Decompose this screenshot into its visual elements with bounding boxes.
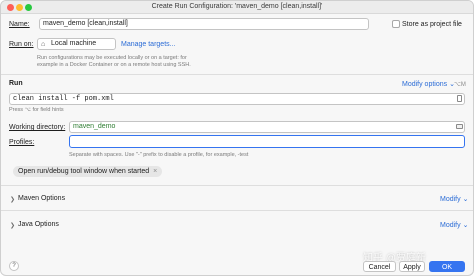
chevron-down-icon: ⌄: [462, 222, 469, 229]
chevron-right-icon[interactable]: ❯: [10, 196, 15, 203]
apply-button[interactable]: Apply: [399, 261, 425, 272]
title-bar: Create Run Configuration: 'maven_demo [c…: [1, 1, 473, 14]
divider: [1, 74, 473, 75]
maven-options-title[interactable]: Maven Options: [18, 195, 65, 202]
folder-icon[interactable]: [456, 124, 463, 129]
close-icon[interactable]: ×: [153, 168, 157, 175]
name-label: Name:: [9, 21, 30, 28]
open-run-debug-label: Open run/debug tool window when started: [18, 168, 150, 175]
home-icon: ⌂: [41, 41, 46, 48]
manage-targets-link[interactable]: Manage targets...: [121, 41, 175, 48]
run-on-select[interactable]: ⌂ Local machine: [37, 38, 116, 50]
store-as-project-label: Store as project file: [402, 21, 462, 28]
window-title: Create Run Configuration: 'maven_demo [c…: [151, 3, 323, 10]
profiles-label: Profiles:: [9, 139, 35, 146]
java-modify-link[interactable]: Modify ⌄: [440, 221, 468, 229]
java-modify-label: Modify: [440, 222, 461, 229]
name-input[interactable]: maven_demo [clean,install]: [39, 18, 369, 30]
divider: [1, 185, 473, 186]
modify-options-shortcut: ⌥M: [454, 82, 466, 88]
command-line-input[interactable]: clean install -f pom.xml: [9, 93, 465, 105]
profiles-hint: Separate with spaces. Use "-" prefix to …: [69, 152, 249, 158]
modify-options-label: Modify options: [402, 81, 448, 88]
modify-options-link[interactable]: Modify options ⌄: [402, 80, 455, 88]
command-hint: Press ⌥ for field hints: [9, 107, 64, 113]
cancel-button[interactable]: Cancel: [363, 261, 396, 272]
run-section-title: Run: [9, 80, 23, 87]
ok-button[interactable]: OK: [429, 261, 465, 272]
chevron-down-icon: ⌄: [462, 196, 469, 203]
run-on-value: Local machine: [51, 40, 97, 47]
maven-modify-label: Modify: [440, 196, 461, 203]
maven-modify-link[interactable]: Modify ⌄: [440, 195, 468, 203]
working-directory-label: Working directory:: [9, 124, 66, 131]
run-on-hint: Run configurations may be executed local…: [37, 55, 191, 68]
run-on-label: Run on:: [9, 41, 34, 48]
help-button[interactable]: ?: [9, 261, 19, 271]
java-options-title[interactable]: Java Options: [18, 221, 59, 228]
store-as-project-checkbox[interactable]: [392, 20, 400, 28]
working-directory-input[interactable]: maven_demo: [69, 121, 465, 133]
run-config-dialog: Create Run Configuration: 'maven_demo [c…: [0, 0, 474, 276]
chevron-right-icon[interactable]: ❯: [10, 222, 15, 229]
profiles-input[interactable]: [69, 135, 465, 148]
expand-field-icon[interactable]: [457, 95, 462, 102]
open-run-debug-tag[interactable]: Open run/debug tool window when started ×: [13, 166, 163, 177]
divider: [1, 210, 473, 211]
